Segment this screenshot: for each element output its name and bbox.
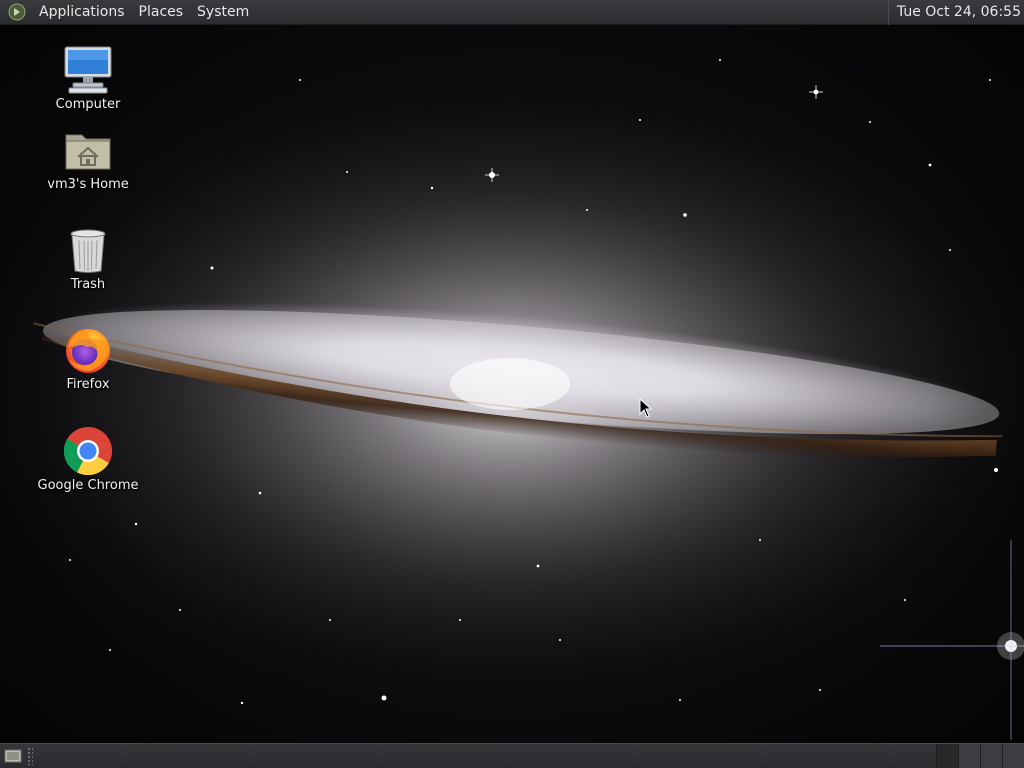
computer-icon [63,45,113,95]
show-desktop-icon[interactable] [2,746,24,766]
wallpaper [0,0,1024,768]
desktop-icon-trash[interactable]: Trash [33,225,143,292]
bottom-panel [0,743,1024,768]
distro-logo-icon[interactable] [7,2,27,22]
desktop-icon-firefox[interactable]: Firefox [33,325,143,392]
mouse-cursor-icon [639,398,653,418]
desktop-icon-label: Firefox [66,377,110,392]
panel-clock[interactable]: Tue Oct 24, 06:55 [887,0,1024,25]
firefox-icon [63,325,113,375]
workspace-1[interactable] [936,743,958,768]
desktop-icon-label: vm3's Home [47,177,129,192]
top-panel: Applications Places System Tue Oct 24, 0… [0,0,1024,25]
workspace-4[interactable] [1002,743,1024,768]
workspace-3[interactable] [980,743,1002,768]
chrome-icon [63,426,113,476]
home-folder-icon [63,125,113,175]
desktop-icon-home[interactable]: vm3's Home [33,125,143,192]
panel-drag-handle[interactable] [27,747,33,765]
trash-icon [63,225,113,275]
desktop-icon-label: Computer [55,97,121,112]
desktop-icon-chrome[interactable]: Google Chrome [33,426,143,493]
workspace-2[interactable] [958,743,980,768]
desktop-icon-label: Google Chrome [37,478,139,493]
desktop-icon-label: Trash [70,277,106,292]
menu-places[interactable]: Places [132,0,191,25]
workspace-switcher [936,743,1024,768]
menu-system[interactable]: System [190,0,256,25]
desktop-screen: Applications Places System Tue Oct 24, 0… [0,0,1024,768]
desktop-icon-computer[interactable]: Computer [33,45,143,112]
menu-applications[interactable]: Applications [32,0,132,25]
